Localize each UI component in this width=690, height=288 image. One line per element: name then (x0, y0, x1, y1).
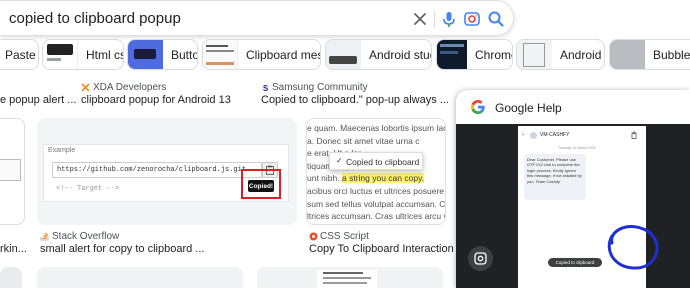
panel-header: Google Help (456, 90, 690, 124)
result-image-partial[interactable] (0, 267, 22, 288)
highlight-red-box: Copied! (241, 169, 281, 199)
clipboard-toast: Copied to clipboard (548, 258, 602, 267)
chip-thumbnail (517, 40, 552, 69)
chip-bubble-io[interactable]: Bubble io (609, 39, 690, 70)
lens-button[interactable] (468, 246, 493, 271)
result-source: XDA Developers (93, 82, 167, 93)
chip-button[interactable]: Button (127, 39, 198, 70)
chip-clipboard-message[interactable]: Clipboard message (202, 39, 321, 70)
chip-thumbnail (203, 40, 238, 69)
chip-thumbnail (437, 40, 467, 69)
stackoverflow-favicon (40, 232, 49, 241)
chip-thumbnail (43, 40, 78, 69)
xda-favicon (81, 83, 90, 92)
copied-tooltip: Copied! (248, 180, 274, 192)
message-date: Tuesday 14 March 2023 (558, 146, 596, 150)
lorem-text: e quam. Maecenas lobortis ipsum laci a. … (307, 123, 446, 222)
back-arrow-icon: ‹ (522, 132, 524, 138)
search-divider (434, 10, 435, 28)
svg-text:S: S (263, 84, 269, 92)
result-image-clipboardjs[interactable]: Example https://github.com/zenorocha/cli… (37, 118, 297, 225)
chip-paste[interactable]: Paste (0, 39, 39, 70)
contact-avatar (530, 132, 537, 139)
copied-popup: ✓ Copied to clipboard (329, 152, 423, 170)
sms-bubble: Dear Customer, Please use OTP 012 Use to… (524, 154, 586, 200)
chip-html-css[interactable]: Html css (42, 39, 124, 70)
example-label: Example (48, 147, 76, 154)
result-image-css-script[interactable]: e quam. Maecenas lobortis ipsum laci a. … (306, 118, 446, 225)
highlighted-text: a string you can copy. (342, 173, 425, 184)
result-title[interactable]: clipboard popup for Android 13 (81, 94, 231, 106)
microphone-icon[interactable] (439, 9, 459, 29)
search-input[interactable]: copied to clipboard popup (9, 10, 181, 27)
result-image-partial[interactable] (0, 118, 25, 225)
lens-icon (474, 252, 487, 265)
chip-android-studio[interactable]: Android studio (325, 39, 432, 70)
result-image-partial[interactable] (257, 267, 443, 288)
search-icon[interactable] (486, 9, 506, 29)
result-source: Stack Overflow (52, 231, 120, 242)
search-results-page: copied to clipboard popup Paste Html c B… (0, 0, 690, 288)
chip-chrome[interactable]: Chrome (436, 39, 513, 70)
delete-icon (631, 131, 637, 139)
clear-icon[interactable] (410, 9, 430, 29)
code-comment: <!-- Target --> (56, 185, 120, 193)
chip-thumbnail (326, 40, 361, 69)
samsung-favicon: S (261, 83, 270, 92)
url-field: https://github.com/zenorocha/clipboard.j… (52, 162, 262, 178)
check-icon: ✓ (336, 156, 343, 165)
result-title[interactable]: rkin... (0, 243, 27, 255)
result-title[interactable]: Copy To Clipboard Interaction ... (309, 243, 466, 255)
result-title[interactable]: e popup alert ... (0, 94, 76, 106)
filter-chips: Paste Html css Button Clipboard message (0, 39, 690, 73)
panel-title: Google Help (495, 101, 562, 115)
css-script-favicon (309, 232, 318, 241)
result-source: CSS Script (320, 231, 369, 242)
result-image-partial[interactable] (37, 267, 243, 288)
contact-name: VM-CASHFY (540, 132, 570, 138)
search-bar[interactable]: copied to clipboard popup (0, 0, 514, 36)
result-title[interactable]: small alert for copy to clipboard ... (40, 243, 204, 255)
google-g-icon (470, 100, 485, 114)
result-source: Samsung Community (272, 82, 368, 93)
result-title[interactable]: Copied to clipboard." pop-up always ... (261, 94, 449, 106)
lens-icon[interactable] (462, 9, 482, 29)
chip-android-13[interactable]: Android 13 (516, 39, 605, 70)
chip-thumbnail (610, 40, 645, 69)
chip-thumbnail (128, 40, 163, 69)
google-help-panel[interactable]: Google Help ‹ VM-CASHFY Tuesday 14 March… (456, 90, 690, 288)
blue-circle-annotation (607, 225, 659, 270)
